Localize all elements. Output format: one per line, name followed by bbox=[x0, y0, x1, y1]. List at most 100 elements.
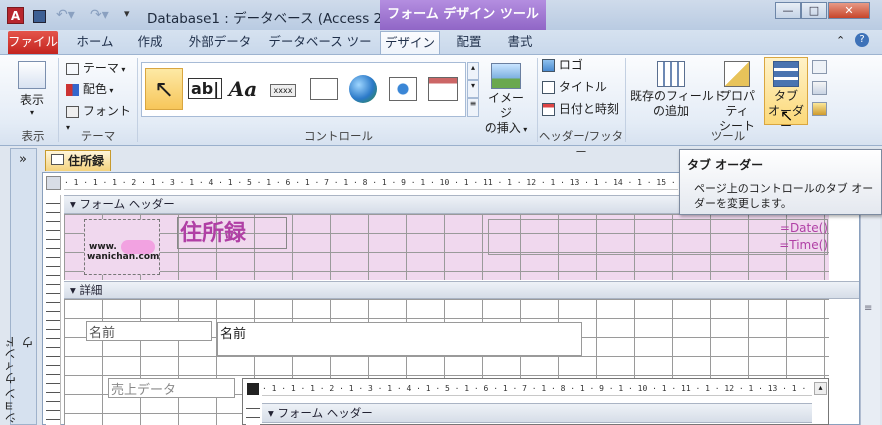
hyperlink-tool[interactable] bbox=[344, 68, 382, 110]
name-label[interactable]: 名前 bbox=[86, 321, 212, 341]
gallery-more-icon[interactable]: ≡ bbox=[467, 98, 479, 117]
undo-icon[interactable]: ↶▾ bbox=[56, 7, 75, 23]
maximize-button[interactable]: □ bbox=[801, 2, 827, 19]
label-icon: Aa bbox=[228, 77, 258, 101]
vertical-ruler bbox=[46, 195, 61, 425]
sales-data-label[interactable]: 売上データ bbox=[108, 378, 235, 398]
minimize-ribbon-icon[interactable]: ⌃ bbox=[836, 34, 845, 47]
logo-label: ロゴ bbox=[558, 58, 583, 72]
logo-text2: wanichan.com bbox=[87, 252, 160, 262]
tab-external-data[interactable]: 外部データ bbox=[180, 31, 260, 54]
convert-macros-icon[interactable] bbox=[812, 102, 827, 116]
detail-label: 詳細 bbox=[79, 283, 103, 297]
logo-button[interactable]: ロゴ bbox=[542, 58, 583, 76]
subform-scroll-up-icon[interactable]: ▴ bbox=[814, 382, 827, 395]
property-sheet-button[interactable]: プロパティ シート bbox=[713, 61, 761, 133]
colors-label: 配色 bbox=[82, 82, 107, 96]
subform-new-window-icon[interactable] bbox=[812, 60, 827, 74]
tooltip-body-line2: ダーを変更します。 bbox=[694, 197, 792, 210]
add-fields-label2: の追加 bbox=[652, 104, 689, 118]
subform-selector[interactable] bbox=[247, 383, 259, 395]
tab-create[interactable]: 作成 bbox=[127, 31, 173, 54]
separator bbox=[137, 58, 138, 142]
date-time-icon bbox=[542, 103, 555, 116]
cursor-icon: ↖ bbox=[153, 75, 175, 103]
textbox-tool[interactable]: ab| bbox=[186, 68, 224, 110]
logo-control[interactable]: www. wanichan.com bbox=[84, 219, 160, 275]
insert-image-button[interactable]: イメージ の挿入 ▾ bbox=[483, 61, 529, 135]
mouse-cursor-icon: ↖ bbox=[780, 106, 794, 125]
globe-icon bbox=[349, 75, 377, 103]
fonts-icon bbox=[66, 105, 79, 118]
document-tab[interactable]: 住所録 bbox=[45, 150, 111, 171]
tooltip-title: タブ オーダー bbox=[687, 158, 764, 172]
tab-design[interactable]: デザイン bbox=[380, 31, 440, 54]
button-icon: xxxx bbox=[269, 84, 297, 97]
add-fields-icon bbox=[657, 61, 685, 87]
context-tab-form-design-tools: フォーム デザイン ツール bbox=[380, 0, 546, 30]
group-label-view: 表示 bbox=[21, 129, 45, 143]
colors-button[interactable]: 配色 ▾ bbox=[66, 82, 130, 100]
add-fields-label1: 既存のフィールド bbox=[630, 89, 726, 103]
section-arrow-icon: ▾ bbox=[70, 283, 76, 297]
tab-arrange[interactable]: 配置 bbox=[447, 31, 491, 54]
fonts-label: フォント bbox=[82, 104, 131, 118]
themes-label: テーマ bbox=[82, 61, 119, 75]
date-time-label: 日付と時刻 bbox=[558, 102, 619, 116]
property-sheet-label1: プロパティ bbox=[718, 89, 755, 118]
property-sheet-icon bbox=[724, 61, 750, 87]
navigation-control-tool[interactable] bbox=[424, 68, 462, 110]
gallery-scroll-up-icon[interactable]: ▴ bbox=[467, 62, 479, 80]
splitter-icon[interactable]: ≡ bbox=[864, 303, 872, 314]
close-button[interactable]: ✕ bbox=[828, 2, 870, 19]
themes-button[interactable]: テーマ ▾ bbox=[66, 61, 130, 79]
logo-icon bbox=[542, 59, 555, 72]
tab-order-tooltip: タブ オーダー ページ上のコントロールのタブ オー ダーを変更します。 bbox=[679, 149, 882, 215]
gallery-scroll-down-icon[interactable]: ▾ bbox=[467, 80, 479, 98]
themes-icon bbox=[66, 62, 79, 75]
date-field[interactable]: =Date() bbox=[740, 221, 828, 236]
subform-header-label: フォーム ヘッダー bbox=[277, 406, 373, 420]
tab-home[interactable]: ホーム bbox=[69, 31, 121, 54]
view-code-icon[interactable] bbox=[812, 81, 827, 95]
save-icon[interactable] bbox=[33, 10, 46, 23]
section-arrow-icon: ▾ bbox=[268, 406, 274, 420]
window-title: Database1 : データベース (Access 200... bbox=[147, 11, 413, 27]
view-dropdown-icon: ▾ bbox=[29, 108, 34, 117]
select-pointer-tool[interactable]: ↖ bbox=[145, 68, 183, 110]
tab-order-label1: タブ bbox=[773, 89, 798, 103]
document-tab-title: 住所録 bbox=[68, 154, 105, 168]
title-button[interactable]: タイトル bbox=[542, 80, 607, 98]
redo-icon[interactable]: ↷▾ bbox=[90, 7, 109, 23]
customize-qat-icon[interactable]: ▾ bbox=[124, 7, 130, 20]
title-label: タイトル bbox=[558, 80, 607, 94]
access-icon[interactable]: A bbox=[7, 7, 24, 24]
nav-toggle-button[interactable]: » bbox=[12, 152, 34, 167]
form-icon bbox=[51, 154, 64, 165]
time-field[interactable]: =Time() bbox=[740, 238, 828, 253]
fonts-button[interactable]: フォント ▾ bbox=[66, 104, 134, 132]
date-time-button[interactable]: 日付と時刻 bbox=[542, 102, 619, 120]
help-icon[interactable]: ? bbox=[855, 33, 869, 47]
add-existing-fields-button[interactable]: 既存のフィールド の追加 bbox=[630, 61, 726, 125]
logo-text1: www. bbox=[89, 242, 117, 252]
form-selector[interactable] bbox=[46, 176, 61, 190]
group-label-controls: コントロール bbox=[304, 129, 373, 143]
tab-control-tool[interactable] bbox=[305, 68, 343, 110]
view-button[interactable]: 表示 ▾ bbox=[14, 61, 50, 123]
label-tool[interactable]: Aa bbox=[224, 68, 262, 110]
subform-ruler: · 1 · 1 · 1 · 2 · 1 · 3 · 1 · 4 · 1 · 5 … bbox=[262, 382, 812, 396]
button-tool[interactable]: xxxx bbox=[264, 68, 302, 110]
navigation-control-icon bbox=[428, 77, 458, 101]
subform-vertical-ruler bbox=[246, 400, 260, 425]
tab-format[interactable]: 書式 bbox=[498, 31, 542, 54]
tab-database-tools[interactable]: データベース ツール bbox=[266, 31, 374, 71]
tab-file[interactable]: ファイル bbox=[8, 31, 58, 54]
name-textbox[interactable]: 名前 bbox=[217, 322, 582, 356]
detail-band[interactable]: ▾ 詳細 bbox=[64, 281, 859, 299]
separator bbox=[58, 58, 59, 142]
form-title-label[interactable]: 住所録 bbox=[177, 217, 287, 249]
subform-header-band[interactable]: ▾ フォーム ヘッダー bbox=[262, 403, 812, 423]
web-browser-tool[interactable] bbox=[384, 68, 422, 110]
minimize-button[interactable]: — bbox=[775, 2, 801, 19]
